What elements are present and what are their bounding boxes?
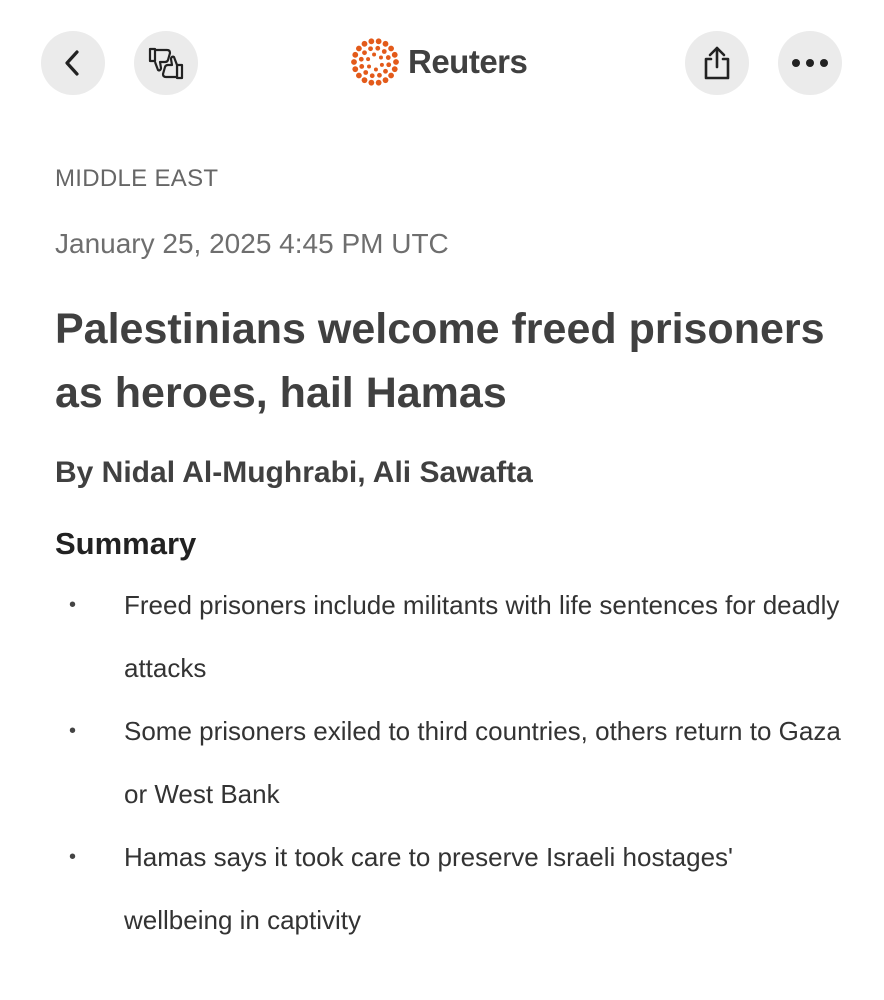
summary-item-text: Some prisoners exiled to third countries… [124,716,841,809]
logo-dot [388,45,394,52]
summary-item: • Some prisoners exiled to third countri… [55,700,845,826]
logo-dot [368,79,375,86]
logo-dot [366,57,371,62]
article-headline: Palestinians welcome freed prisoners as … [55,305,825,417]
logo-dot [356,45,362,52]
section-label[interactable]: MIDDLE EAST [55,165,218,193]
logo-dot [375,38,382,45]
logo-dot [362,50,367,56]
logo-dot [368,38,375,45]
share-button[interactable] [685,31,749,95]
logo-dot [378,55,383,60]
article-dateline: January 25, 2025 4:45 PM UTC [55,228,449,259]
back-button[interactable] [41,31,105,95]
logo-dot [358,56,364,62]
logo-dot [356,72,362,79]
ellipsis-icon [792,59,828,67]
logo-dot [351,59,357,65]
logo-dot [381,49,387,54]
logo-dot [383,68,388,74]
feedback-button[interactable] [134,31,198,95]
summary-item: • Freed prisoners include militants with… [55,574,845,700]
logo-dot [368,46,373,52]
share-icon [704,46,730,80]
logo-dot [367,64,372,69]
logo-dot [372,52,377,57]
summary-list: • Freed prisoners include militants with… [55,574,845,952]
logo-dot [388,72,394,79]
logo-dot [361,77,368,84]
logo-dot [391,51,398,58]
article-byline[interactable]: By Nidal Al-Mughrabi, Ali Sawafta [55,456,533,490]
logo-dot [385,55,391,60]
brand-name: Reuters [408,43,528,80]
logo-dot [393,59,399,65]
summary-heading: Summary [55,526,197,561]
logo-dot [382,77,389,84]
logo-dot [369,73,375,79]
logo-dot [386,62,392,68]
logo-dot [359,64,365,69]
bullet-icon: • [69,594,77,616]
reuters-logo-mark [351,38,399,86]
bullet-icon: • [69,720,77,742]
top-toolbar: Reuters [0,0,884,124]
logo-dot [363,70,369,75]
logo-dot [379,62,384,67]
thumbs-up-down-icon [148,47,184,80]
logo-dot [375,45,381,51]
bullet-icon: • [69,846,77,868]
logo-dot [391,66,398,73]
logo-dot [375,79,382,86]
logo-dot [373,67,378,72]
reuters-logo: Reuters [350,36,528,88]
logo-dot [352,66,359,73]
summary-item-text: Freed prisoners include militants with l… [124,590,840,683]
chevron-left-icon [65,50,79,76]
logo-dot [361,40,368,47]
summary-item: • Hamas says it took care to preserve Is… [55,826,845,952]
logo-dot [377,72,382,78]
logo-dot [382,40,389,47]
logo-dot [352,51,359,58]
summary-item-text: Hamas says it took care to preserve Isra… [124,842,734,935]
more-options-button[interactable] [778,31,842,95]
